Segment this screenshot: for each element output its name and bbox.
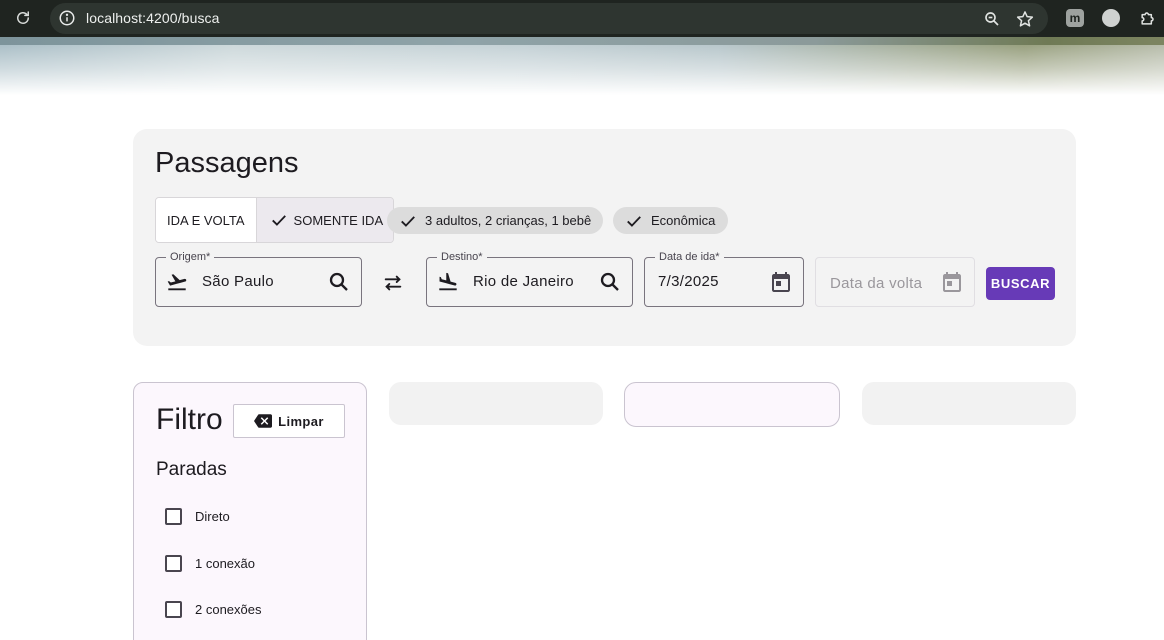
result-card-placeholder [862, 382, 1076, 425]
info-icon[interactable] [58, 9, 76, 27]
extensions-puzzle-icon[interactable] [1138, 8, 1158, 28]
address-bar[interactable]: localhost:4200/busca [50, 3, 1048, 34]
passengers-chip-label: 3 adultos, 2 crianças, 1 bebê [425, 213, 592, 228]
departure-date-label: Data de ida* [655, 251, 724, 263]
extension-m-icon[interactable]: m [1066, 9, 1084, 27]
stop-option-label: Direto [195, 508, 230, 524]
flight-takeoff-icon [167, 274, 187, 291]
checkbox[interactable] [165, 554, 182, 572]
stop-option-label: 2 conexões [195, 601, 262, 617]
stops-section-title: Paradas [156, 459, 227, 480]
checkbox[interactable] [165, 600, 182, 618]
search-icon[interactable] [598, 270, 622, 294]
hero-background-image [0, 37, 1164, 95]
trip-type-toggle-group: IDA E VOLTA SOMENTE IDA [155, 197, 395, 243]
stop-option-one-connection[interactable]: 1 conexão [165, 553, 255, 573]
toggle-round-trip[interactable]: IDA E VOLTA [156, 198, 256, 242]
toggle-round-trip-label: IDA E VOLTA [167, 212, 245, 228]
profile-avatar-icon[interactable] [1102, 9, 1120, 27]
return-date-field[interactable]: Data da volta [815, 257, 975, 307]
swap-icon[interactable] [382, 272, 404, 294]
result-card-placeholder [389, 382, 603, 425]
stop-option-label: 1 conexão [195, 555, 255, 571]
destination-value[interactable]: Rio de Janeiro [473, 273, 574, 290]
result-card-placeholder [624, 382, 840, 427]
stop-option-direct[interactable]: Direto [165, 506, 230, 526]
check-icon [271, 215, 286, 226]
origin-value[interactable]: São Paulo [202, 273, 274, 290]
hero-image-edge [0, 37, 1164, 45]
bookmark-star-icon[interactable] [1015, 9, 1035, 29]
page-title: Passagens [155, 147, 299, 179]
origin-field[interactable]: Origem* São Paulo [155, 251, 362, 307]
class-chip[interactable]: Econômica [613, 207, 728, 234]
search-card: Passagens IDA E VOLTA SOMENTE IDA 3 adul… [133, 129, 1076, 346]
stop-option-two-connections[interactable]: 2 conexões [165, 599, 262, 619]
class-chip-label: Econômica [651, 213, 716, 228]
filter-title: Filtro [156, 403, 223, 436]
departure-date-field[interactable]: Data de ida* 7/3/2025 [644, 251, 804, 307]
toggle-one-way[interactable]: SOMENTE IDA [255, 198, 394, 242]
passengers-chip[interactable]: 3 adultos, 2 crianças, 1 bebê [387, 207, 603, 234]
clear-filters-label: Limpar [278, 413, 324, 429]
return-date-placeholder: Data da volta [830, 275, 923, 292]
toggle-one-way-label: SOMENTE IDA [293, 212, 384, 228]
url-text[interactable]: localhost:4200/busca [86, 10, 220, 26]
filter-panel: Filtro Limpar Paradas Direto 1 conexão 2… [133, 382, 367, 640]
check-icon [627, 215, 641, 227]
search-icon[interactable] [327, 270, 351, 294]
search-button[interactable]: BUSCAR [986, 267, 1055, 300]
origin-label: Origem* [166, 251, 215, 263]
clear-filters-button[interactable]: Limpar [233, 404, 345, 438]
checkbox[interactable] [165, 507, 182, 525]
check-icon [401, 215, 415, 227]
flight-land-icon [439, 272, 457, 291]
destination-field[interactable]: Destino* Rio de Janeiro [426, 251, 633, 307]
zoom-icon[interactable] [983, 10, 1001, 28]
calendar-icon[interactable] [769, 270, 793, 294]
backspace-icon [254, 414, 273, 428]
calendar-icon[interactable] [940, 270, 964, 294]
departure-date-value[interactable]: 7/3/2025 [658, 273, 719, 290]
browser-toolbar: localhost:4200/busca m [0, 0, 1164, 37]
destination-label: Destino* [437, 251, 487, 263]
reload-icon[interactable] [14, 9, 32, 27]
